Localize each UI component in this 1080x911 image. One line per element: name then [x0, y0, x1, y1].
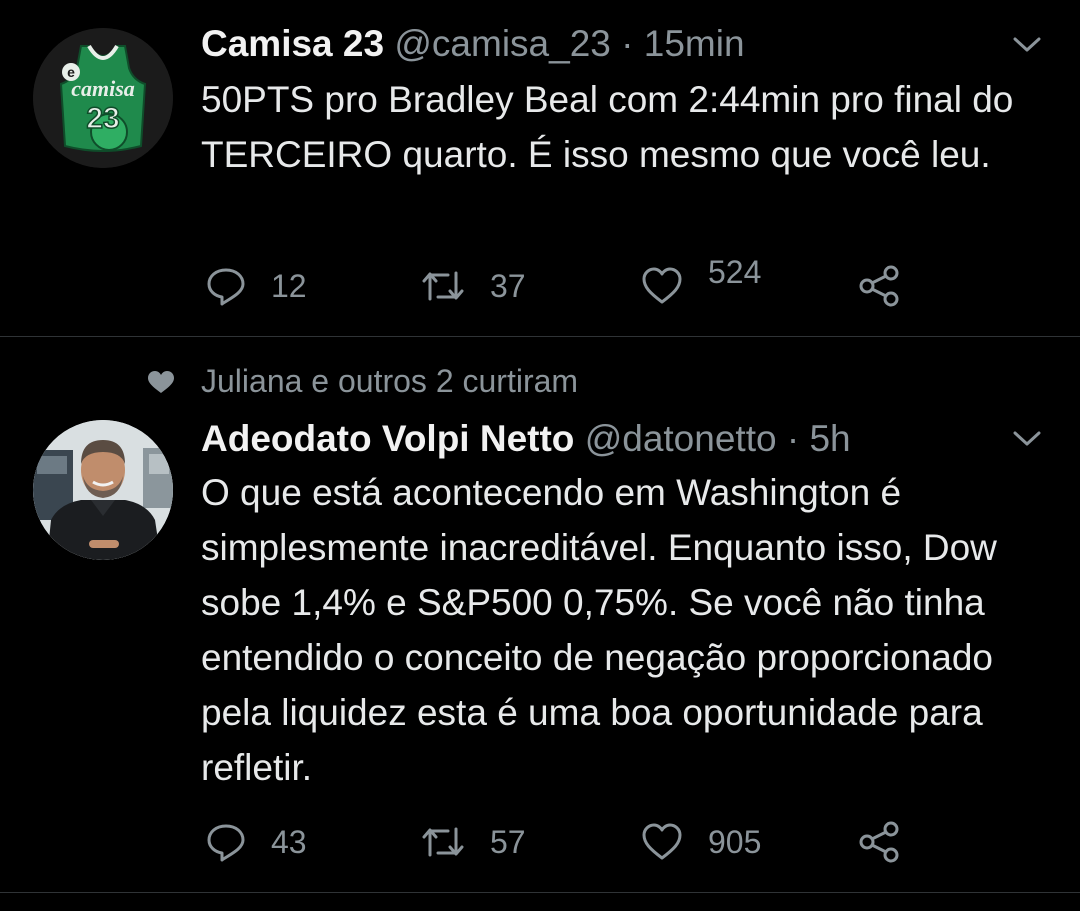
svg-text:23: 23 — [86, 102, 119, 135]
display-name[interactable]: Camisa 23 — [201, 23, 384, 64]
like-count: 524 — [708, 253, 762, 290]
retweet-icon — [422, 827, 464, 857]
like-icon — [642, 823, 682, 860]
tweet-actions: 12 37 524 — [0, 253, 1080, 316]
like-button[interactable]: 905 — [640, 812, 761, 872]
retweet-count: 37 — [490, 267, 526, 304]
timestamp[interactable]: 15min — [644, 23, 745, 64]
share-icon — [859, 821, 899, 863]
tweet-header: Camisa 23 @camisa_23 · 15min — [201, 22, 745, 66]
separator: · — [776, 418, 810, 459]
separator: · — [610, 23, 644, 64]
tweet-actions: 43 57 905 — [0, 812, 1080, 872]
share-button[interactable] — [858, 812, 902, 872]
reply-icon — [207, 824, 245, 862]
avatar[interactable]: e camisa 23 — [33, 28, 173, 168]
tweet-header: Adeodato Volpi Netto @datonetto · 5h — [201, 417, 851, 461]
avatar[interactable] — [33, 420, 173, 560]
chevron-down-icon[interactable] — [1012, 35, 1042, 55]
share-icon — [859, 265, 899, 307]
reply-count: 12 — [271, 267, 307, 304]
profile-photo — [33, 420, 173, 560]
reply-button[interactable]: 43 — [205, 812, 307, 872]
like-count: 905 — [708, 823, 762, 860]
display-name[interactable]: Adeodato Volpi Netto — [201, 418, 574, 459]
like-icon — [642, 267, 682, 304]
like-button[interactable]: 524 — [640, 253, 762, 316]
timestamp[interactable]: 5h — [809, 418, 850, 459]
reply-icon — [207, 268, 245, 306]
retweet-button[interactable]: 37 — [420, 256, 526, 316]
retweet-button[interactable]: 57 — [420, 812, 526, 872]
retweet-count: 57 — [490, 823, 526, 860]
reply-button[interactable]: 12 — [205, 256, 307, 316]
handle[interactable]: @camisa_23 — [394, 23, 611, 64]
tweet-text: O que está acontecendo em Washington é s… — [201, 472, 997, 788]
social-context[interactable]: Juliana e outros 2 curtiram — [0, 359, 1080, 403]
chevron-down-icon[interactable] — [1012, 429, 1042, 449]
tweet[interactable]: e camisa 23 Camisa 23 @camisa_23 · 15min… — [0, 0, 1080, 337]
heart-icon — [148, 371, 174, 393]
handle[interactable]: @datonetto — [585, 418, 777, 459]
social-context-label: Juliana e outros 2 curtiram — [201, 363, 579, 399]
tweet[interactable]: Juliana e outros 2 curtiram Adeodato Vol… — [0, 337, 1080, 893]
share-button[interactable] — [858, 256, 902, 316]
jersey-logo: e camisa 23 — [33, 28, 173, 168]
tweet-text: 50PTS pro Bradley Beal com 2:44min pro f… — [201, 79, 1014, 175]
reply-count: 43 — [271, 823, 307, 860]
retweet-icon — [422, 271, 464, 301]
svg-text:camisa: camisa — [71, 76, 135, 101]
